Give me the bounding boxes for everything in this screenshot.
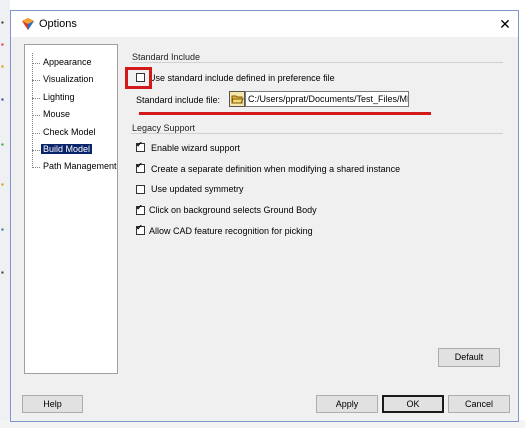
tool-icon: ▪ (1, 62, 4, 71)
background-toolbar: ▪ ▪ ▪ ▪ ▪ ▪ ▪ ▪ (0, 0, 10, 428)
ok-button[interactable]: OK (382, 395, 444, 413)
tree-item-label: Build Model (41, 144, 93, 154)
tree-branch (32, 167, 40, 168)
background-selects-ground-label: Click on background selects Ground Body (149, 205, 317, 215)
background-selects-ground-checkbox[interactable] (136, 203, 145, 215)
close-button[interactable]: ✕ (492, 11, 518, 37)
enable-wizard-label: Enable wizard support (151, 143, 241, 153)
help-button[interactable]: Help (22, 395, 83, 413)
app-logo-icon (22, 18, 34, 30)
tree-branch (32, 98, 40, 99)
cad-feature-recognition-checkbox[interactable] (136, 223, 145, 235)
tree-item-label: Mouse (43, 109, 71, 119)
options-dialog: Options ✕ Appearance Visualization Light… (10, 10, 519, 422)
tree-item-label: Appearance (43, 57, 92, 67)
window-title: Options (39, 18, 77, 30)
updated-symmetry-label: Use updated symmetry (151, 184, 244, 194)
folder-open-icon (231, 95, 244, 104)
group-separator (131, 62, 503, 63)
updated-symmetry-checkbox[interactable] (136, 185, 145, 194)
tree-branch (32, 115, 40, 116)
tool-icon: ▪ (1, 40, 4, 49)
close-icon: ✕ (499, 16, 511, 32)
default-button[interactable]: Default (438, 348, 500, 367)
tree-branch (32, 80, 40, 81)
tree-item-label: Visualization (43, 74, 94, 84)
tree-branch (32, 133, 40, 134)
standard-include-file-label: Standard include file: (136, 95, 221, 105)
tree-item-label: Path Management (43, 161, 117, 171)
tree-item-label: Lighting (43, 92, 75, 102)
enable-wizard-checkbox[interactable] (136, 140, 145, 152)
tree-branch (32, 150, 40, 151)
cad-feature-recognition-label: Allow CAD feature recognition for pickin… (149, 226, 313, 236)
tree-item-label: Check Model (43, 127, 96, 137)
cancel-button[interactable]: Cancel (448, 395, 510, 413)
tool-icon: ▪ (1, 225, 4, 234)
tool-icon: ▪ (1, 140, 4, 149)
options-category-tree[interactable]: Appearance Visualization Lighting Mouse … (24, 44, 118, 374)
tree-branch (32, 63, 40, 64)
tool-icon: ▪ (1, 180, 4, 189)
use-standard-include-label: Use standard include defined in preferen… (149, 73, 335, 83)
separate-definition-label: Create a separate definition when modify… (151, 164, 401, 174)
standard-include-path-field[interactable]: C:/Users/pprat/Documents/Test_Files/MD (245, 91, 409, 107)
annotation-highlight-box (125, 67, 152, 89)
standard-include-title: Standard Include (132, 52, 204, 62)
title-bar: Options ✕ (11, 11, 518, 37)
apply-button[interactable]: Apply (316, 395, 378, 413)
browse-folder-button[interactable] (229, 91, 245, 107)
legacy-support-title: Legacy Support (132, 123, 199, 133)
separate-definition-checkbox[interactable] (136, 161, 145, 173)
group-separator (131, 133, 503, 134)
annotation-underline (139, 112, 431, 115)
tool-icon: ▪ (1, 95, 4, 104)
tool-icon: ▪ (1, 18, 4, 27)
tool-icon: ▪ (1, 268, 4, 277)
